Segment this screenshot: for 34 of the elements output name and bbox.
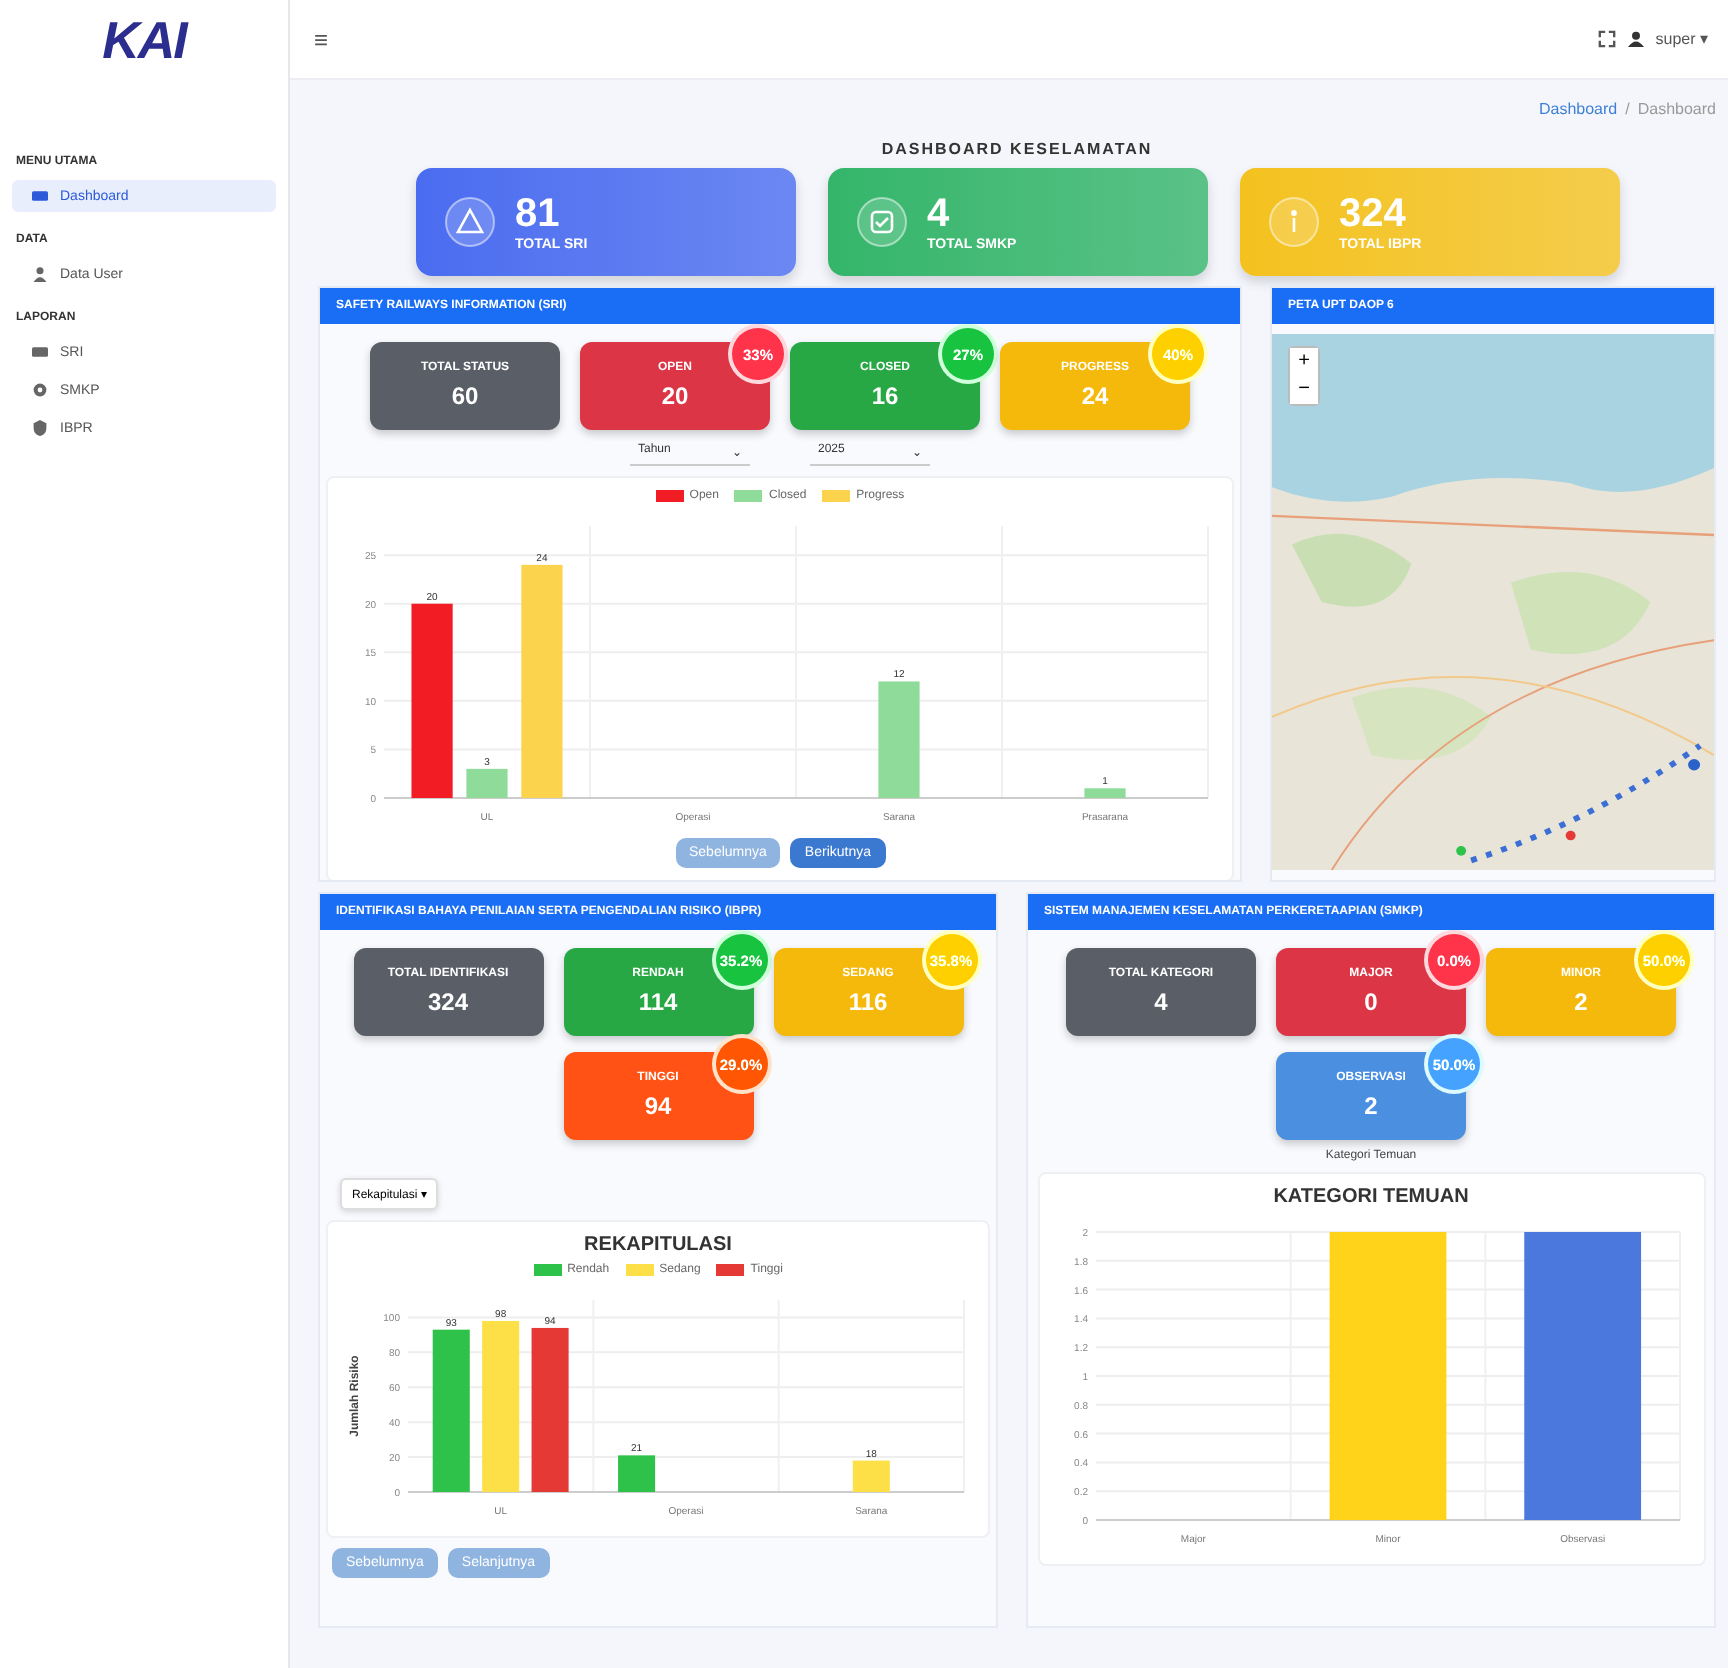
stat-value: 2	[1574, 988, 1588, 1016]
stat-value: 2	[1364, 1092, 1378, 1120]
stat-value: 4	[1154, 988, 1168, 1016]
card-icon	[32, 344, 48, 360]
stat-value: 0	[1364, 988, 1378, 1016]
stat-value: 114	[638, 988, 678, 1016]
stat-value: 116	[848, 988, 888, 1016]
info-icon	[1267, 196, 1319, 248]
chart-title: REKAPITULASI	[584, 1234, 732, 1256]
menu-button[interactable]: ≡	[310, 21, 333, 57]
dashboard-icon	[32, 188, 48, 204]
page-title: DASHBOARD KESELAMATAN	[879, 140, 1155, 158]
breadcrumb-link[interactable]: Dashboard	[1538, 100, 1618, 118]
stat-value: 60	[451, 382, 479, 410]
warning-icon	[443, 196, 495, 248]
user-icon	[1627, 30, 1644, 48]
stat-value: 20	[661, 382, 689, 410]
stat-value: 324	[427, 988, 469, 1016]
stat-value: 16	[871, 382, 899, 410]
user-menu[interactable]: super ▾	[1655, 30, 1708, 48]
stat-value: 24	[1081, 382, 1109, 410]
summary-value: 324	[1339, 193, 1408, 233]
stat-value: 94	[644, 1092, 672, 1120]
fullscreen-icon[interactable]	[1597, 30, 1616, 48]
shield-icon	[32, 420, 48, 436]
summary-value: 81	[515, 193, 562, 233]
breadcrumb-text: Dashboard	[1637, 100, 1716, 118]
summary-value: 4	[927, 193, 952, 233]
logo: KAI	[102, 9, 186, 71]
breadcrumb-text: /	[1625, 100, 1630, 118]
user-icon	[32, 266, 48, 282]
checkbox-icon	[855, 196, 907, 248]
chart-title: KATEGORI TEMUAN	[1273, 1186, 1469, 1208]
gear-icon	[32, 382, 48, 398]
